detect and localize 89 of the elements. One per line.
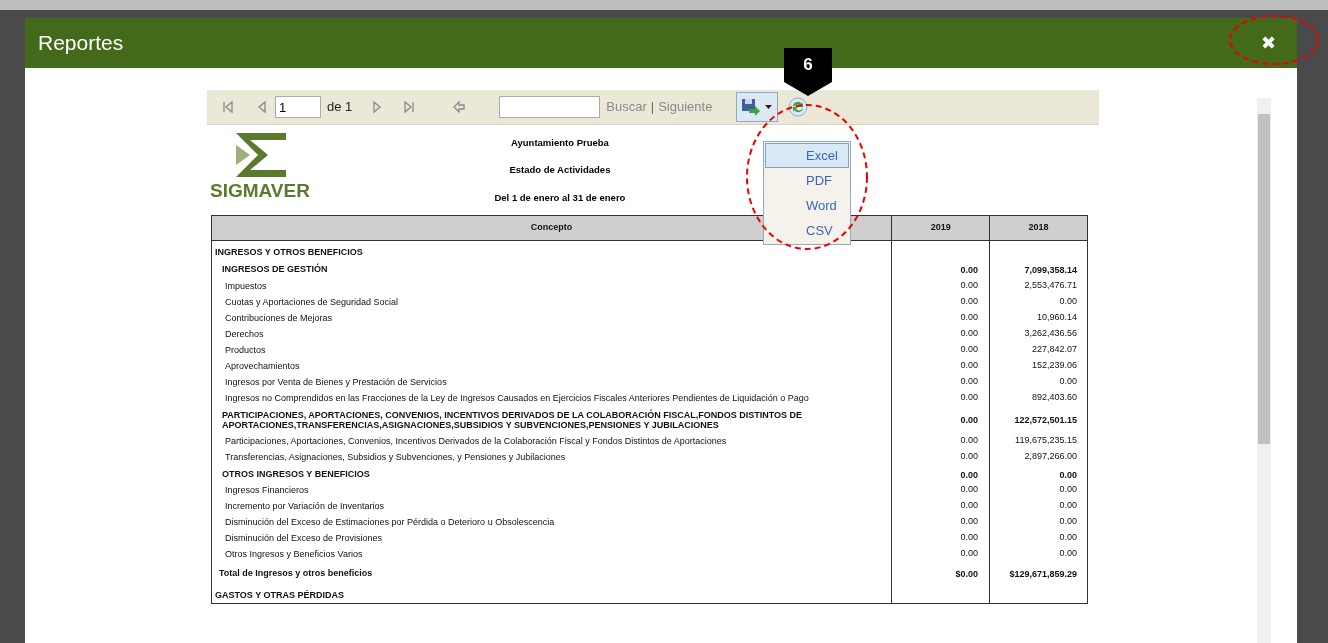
dialog-title: Reportes	[38, 30, 124, 57]
highlight-ellipse-icon	[744, 102, 870, 252]
amount-cell-text: 7,099,358.14	[1024, 264, 1077, 277]
export-menu-item[interactable]: CSV	[765, 218, 849, 243]
amount-cell-text: 3,262,436.56	[1024, 326, 1077, 340]
first-page-icon[interactable]	[221, 100, 235, 114]
export-menu-item[interactable]: Excel	[765, 143, 849, 168]
concept-cell: Contribuciones de Mejoras	[225, 312, 333, 323]
concept-cell: Productos	[225, 344, 266, 355]
refresh-icon[interactable]	[788, 97, 809, 117]
column-header: 2018	[1028, 221, 1049, 235]
caret-icon	[765, 105, 773, 109]
amount-cell: 0.00	[1059, 468, 1077, 482]
concept-cell: Ingresos por Venta de Bienes y Prestación de Servicios	[225, 376, 447, 387]
concept-cell: Ingresos no Comprendidos en las Fracciones de la Ley de Ingresos Causados en Ejercicios Fiscales Anteriores Pendientes de Liquidación o Pago	[225, 392, 809, 403]
page-count: de 1	[327, 98, 353, 117]
amount-cell-text: 2,553,476.71	[1024, 278, 1077, 292]
amount-cell: 0.00	[960, 515, 979, 529]
amount-cell: 0.00	[960, 547, 979, 561]
amount-cell: 0.00	[960, 531, 979, 545]
amount-cell: 0.00	[1059, 547, 1077, 561]
amount-cell-text: 0.00	[960, 326, 979, 340]
concept-cell: Aprovechamientos	[225, 360, 300, 371]
concept-cell: GASTOS Y OTRAS PÉRDIDAS	[215, 589, 345, 600]
report-heading: Ayuntamiento Prueba	[510, 136, 610, 150]
concept-cell: OTROS INGRESOS Y BENEFICIOS	[222, 468, 370, 479]
badge-pointer-icon	[784, 82, 832, 96]
concept-cell: Disminución del Exceso de Provisiones	[225, 533, 383, 543]
amount-cell-text: 0.00	[960, 358, 979, 372]
amount-cell-text: $129,671,859.29	[1009, 568, 1077, 581]
concept-cell: Disminución del Exceso de Estimaciones por Pérdida o Deterioro u Obsolescencia	[225, 517, 555, 527]
highlight-ellipse-icon	[1228, 14, 1320, 66]
amount-cell-text: 10,960.14	[1036, 310, 1077, 324]
concept-cell: INGRESOS DE GESTIÓN	[222, 264, 328, 274]
amount-cell-text: 0.00	[960, 342, 979, 356]
amount-cell-text: 892,403.60	[1031, 390, 1077, 404]
export-disk-icon	[741, 97, 762, 117]
concept-cell: Total de Ingresos y otros beneficios	[219, 568, 373, 578]
page-field[interactable]: 1	[275, 96, 321, 118]
amount-cell-text: 0.00	[960, 449, 979, 463]
report-heading: Estado de Actividades	[508, 163, 612, 178]
amount-cell: 0.00	[1059, 531, 1077, 545]
amount-cell-text: 152,239.06	[1031, 358, 1077, 372]
concept-cell: Derechos	[225, 328, 264, 339]
amount-cell-text: 2,897,266.00	[1024, 449, 1077, 463]
amount-cell: 0.00	[1059, 499, 1077, 513]
logo-text: SIGMAVER	[210, 181, 310, 200]
search-field[interactable]	[499, 96, 601, 118]
column-header: 2019	[930, 221, 951, 235]
amount-cell-text: 0.00	[960, 264, 979, 277]
amount-cell-text: 119,675,235.15	[1015, 433, 1077, 447]
amount-cell-text: 0.00	[960, 433, 979, 447]
amount-cell-text: $0.00	[955, 568, 979, 581]
scrollbar[interactable]	[1257, 98, 1271, 643]
close-button[interactable]: ✖	[1261, 29, 1276, 57]
amount-cell-text: 0.00	[960, 294, 979, 308]
report-heading: Del 1 de enero al 31 de enero	[493, 190, 627, 205]
amount-cell-text: 0.00	[1059, 294, 1077, 308]
concept-cell: Impuestos	[225, 280, 267, 291]
amount-cell-text: 0.00	[960, 374, 979, 388]
concept-cell: Participaciones, Aportaciones, Convenios, Incentivos Derivados de la Colaboración Fiscal y Fondos Distintos de Aportaciones	[225, 435, 727, 446]
concept-cell: Otros Ingresos y Beneficios Varios	[225, 549, 363, 559]
concept-cell: Incremento por Variación de Inventarios	[225, 501, 384, 511]
amount-cell-text: 0.00	[960, 278, 979, 292]
amount-cell: 0.00	[960, 414, 979, 428]
amount-cell: 122,572,501.15	[1014, 414, 1077, 428]
amount-cell-text: 0.00	[960, 310, 979, 324]
back-arrow-icon[interactable]	[452, 100, 467, 114]
link-separator: |	[650, 98, 655, 117]
export-button[interactable]	[736, 92, 779, 122]
concept-cell: Transferencias, Asignaciones, Subsidios y Subvenciones, y Pensiones y Jubilaciones	[225, 451, 566, 462]
export-menu-item[interactable]: PDF	[765, 168, 849, 193]
amount-cell: 0.00	[1059, 483, 1077, 497]
amount-cell-text: 0.00	[960, 390, 979, 404]
amount-cell-text: 0.00	[1059, 374, 1077, 388]
last-page-icon[interactable]	[402, 100, 417, 114]
amount-cell-text: 227,842.07	[1031, 342, 1077, 356]
amount-cell: 0.00	[1059, 515, 1077, 529]
amount-cell: 0.00	[960, 468, 979, 482]
find-link[interactable]: Buscar	[606, 97, 647, 117]
concept-cell: INGRESOS Y OTROS BENEFICIOS	[215, 247, 363, 257]
amount-cell: 0.00	[960, 483, 979, 497]
next-link[interactable]: Siguiente	[658, 97, 713, 117]
concept-cell: PARTICIPACIONES, APORTACIONES, CONVENIOS, INCENTIVOS DERIVADOS DE LA COLABORACIÓN FISCAL,FONDOS DISTINTOS DE APORTACIONES,TRANSFERENCIAS,ASIGNACIONES,SUBSIDIOS Y SUBVENCIONES,PENSIONES Y JUBILACIONES	[222, 409, 803, 430]
column-header: Concepto	[530, 221, 573, 235]
concept-cell: Ingresos Financieros	[225, 485, 309, 495]
concept-cell: Cuotas y Aportaciones de Seguridad Social	[225, 296, 399, 307]
amount-cell: 0.00	[960, 499, 979, 513]
export-menu-item[interactable]: Word	[765, 193, 849, 218]
